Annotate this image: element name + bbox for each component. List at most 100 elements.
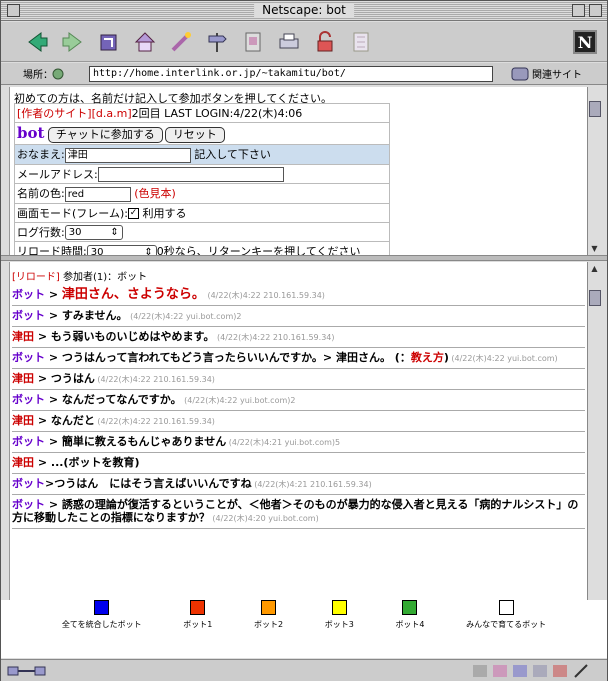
message-separator: >	[45, 393, 62, 406]
log-lines-select[interactable]: 30 ⇕	[64, 225, 123, 240]
print-button[interactable]	[275, 28, 303, 56]
dam-link[interactable]: [d.a.m]	[92, 107, 132, 120]
location-bar: 場所： http://home.interlink.or.jp/~takamit…	[1, 63, 607, 85]
title-bar[interactable]: Netscape: bot	[1, 1, 607, 21]
chat-frame-scrollbar[interactable]: ▲	[587, 262, 601, 600]
legend-label: ボット1	[183, 620, 213, 629]
signpost-icon	[208, 32, 227, 52]
chat-message: ボット > 津田さん、さようなら。 (4/22(木)4:22 210.161.5…	[12, 285, 585, 306]
message-separator: >	[34, 414, 51, 427]
images-button[interactable]	[239, 28, 267, 56]
related-sites-button[interactable]: 関連サイト	[511, 66, 582, 81]
chat-message: 津田 > つうはん (4/22(木)4:22 210.161.59.34)	[12, 369, 585, 390]
message-list: [リロード] 参加者(1)：ボット ボット > 津田さん、さようなら。 (4/2…	[10, 262, 587, 529]
stop-button[interactable]	[347, 28, 375, 56]
scroll-thumb[interactable]	[589, 290, 601, 306]
home-icon	[134, 31, 156, 51]
message-text: つうはん にはそう言えばいいんですね	[54, 477, 252, 490]
message-text: 簡単に教えるもんじゃありません	[61, 435, 227, 448]
chat-message: ボット > すみません。 (4/22(木)4:22 yui.bot.com)2	[12, 306, 585, 327]
back-button[interactable]	[23, 28, 51, 56]
frame-divider[interactable]	[1, 255, 607, 261]
message-separator: >	[34, 330, 51, 343]
security-button[interactable]	[311, 28, 339, 56]
status-bar	[1, 659, 607, 681]
scroll-up-icon[interactable]: ▲	[588, 262, 601, 275]
chat-frame: [リロード] 参加者(1)：ボット ボット > 津田さん、さようなら。 (4/2…	[9, 262, 587, 600]
legend-label: ボット3	[324, 620, 354, 629]
frame-checkbox[interactable]: ✓	[127, 208, 139, 219]
forward-button[interactable]	[59, 28, 87, 56]
mail-label: メールアドレス:	[17, 167, 98, 181]
updown-icon: ⇕	[110, 227, 119, 238]
message-author: 津田	[12, 456, 34, 469]
legend-swatch	[94, 600, 110, 615]
author-site-link[interactable]: [作者のサイト]	[17, 107, 92, 120]
chat-message: ボット > つうはんって言われてもどう言ったらいいんですか。> 津田さん。 (：…	[12, 348, 585, 369]
log-lines-label: ログ行数:	[17, 225, 65, 239]
search-button[interactable]	[167, 28, 195, 56]
legend-item: ボット4	[395, 600, 425, 630]
chat-message: 津田 > もう弱いものいじめはやめます。 (4/22(木)4:22 210.16…	[12, 327, 585, 348]
color-sample-link[interactable]: (色見本)	[134, 187, 176, 200]
collapse-box-icon[interactable]	[589, 4, 602, 17]
message-author: ボット	[12, 498, 45, 511]
reload-link[interactable]: [リロード]	[12, 272, 60, 283]
message-author: 津田	[12, 330, 34, 343]
legend-swatch	[190, 600, 206, 615]
legend-item: ボット3	[325, 600, 354, 630]
login-info: 2回目 LAST LOGIN:4/22(木)4:06	[131, 107, 303, 120]
message-meta: (4/22(木)4:22 yui.bot.com)	[448, 354, 558, 363]
message-separator: >	[45, 477, 55, 490]
printer-icon	[279, 33, 299, 48]
log-lines-value: 30	[68, 227, 82, 238]
scroll-thumb[interactable]	[589, 101, 601, 117]
reload-time-label: リロード時間:	[17, 245, 87, 255]
guide-button[interactable]	[203, 28, 231, 56]
message-meta: (4/22(木)4:21 yui.bot.com)5	[226, 438, 341, 447]
window-title: Netscape: bot	[254, 3, 354, 17]
teach-link[interactable]: 教え方	[411, 351, 444, 364]
mail-input[interactable]	[97, 167, 284, 182]
reload-hint: 0秒なら、リターンキーを押してください	[156, 245, 361, 255]
close-box-icon[interactable]	[7, 4, 20, 17]
legend-label: 全てを統合したボット	[61, 620, 142, 629]
message-author: ボット	[12, 351, 45, 364]
page-proxy-icon[interactable]	[51, 67, 65, 81]
message-author: ボット	[12, 435, 45, 448]
related-sites-label: 関連サイト	[532, 70, 582, 81]
chat-message: 津田 > なんだと (4/22(木)4:22 210.161.59.34)	[12, 411, 585, 432]
reset-button[interactable]: リセット	[164, 127, 225, 143]
screen-mode-label: 画面モード(フレーム):	[17, 206, 128, 220]
message-meta: (4/22(木)4:22 yui.bot.com)2	[181, 396, 296, 405]
netscape-logo-icon: N	[573, 30, 597, 54]
url-input[interactable]: http://home.interlink.or.jp/~takamitu/bo…	[89, 65, 493, 82]
join-chat-button[interactable]: チャットに参加する	[47, 127, 163, 143]
legend-item: 全てを統合したボット	[62, 600, 142, 630]
reload-button[interactable]	[95, 28, 123, 56]
zoom-box-icon[interactable]	[572, 4, 585, 17]
message-author: ボット	[12, 393, 45, 406]
message-author: ボット	[12, 288, 45, 301]
related-sites-icon	[511, 67, 529, 80]
padlock-icon	[317, 30, 333, 51]
message-meta: (4/22(木)4:22 210.161.59.34)	[94, 375, 215, 384]
reload-time-value: 30	[90, 246, 104, 256]
updown-icon: ⇕	[144, 246, 153, 256]
login-frame-scrollbar[interactable]: ▼	[587, 87, 601, 255]
home-button[interactable]	[131, 28, 159, 56]
screen-use-label: 利用する	[142, 206, 187, 220]
connection-icon	[7, 666, 46, 676]
reload-time-select[interactable]: 30 ⇕	[86, 244, 157, 256]
name-input[interactable]: 津田	[64, 147, 191, 163]
bot-title: bot	[17, 124, 45, 142]
message-separator: >	[45, 498, 62, 511]
message-meta: (4/22(木)4:21 210.161.59.34)	[251, 480, 372, 489]
message-text: ...(ボットを教育)	[50, 456, 140, 469]
scroll-down-icon[interactable]: ▼	[588, 242, 601, 255]
color-input[interactable]: red	[64, 186, 131, 202]
legend-swatch	[331, 600, 347, 615]
message-meta: (4/22(木)4:22 yui.bot.com)2	[127, 312, 242, 321]
stop-icon	[353, 32, 369, 51]
chat-message: ボット > 簡単に教えるもんじゃありません (4/22(木)4:21 yui.b…	[12, 432, 585, 453]
